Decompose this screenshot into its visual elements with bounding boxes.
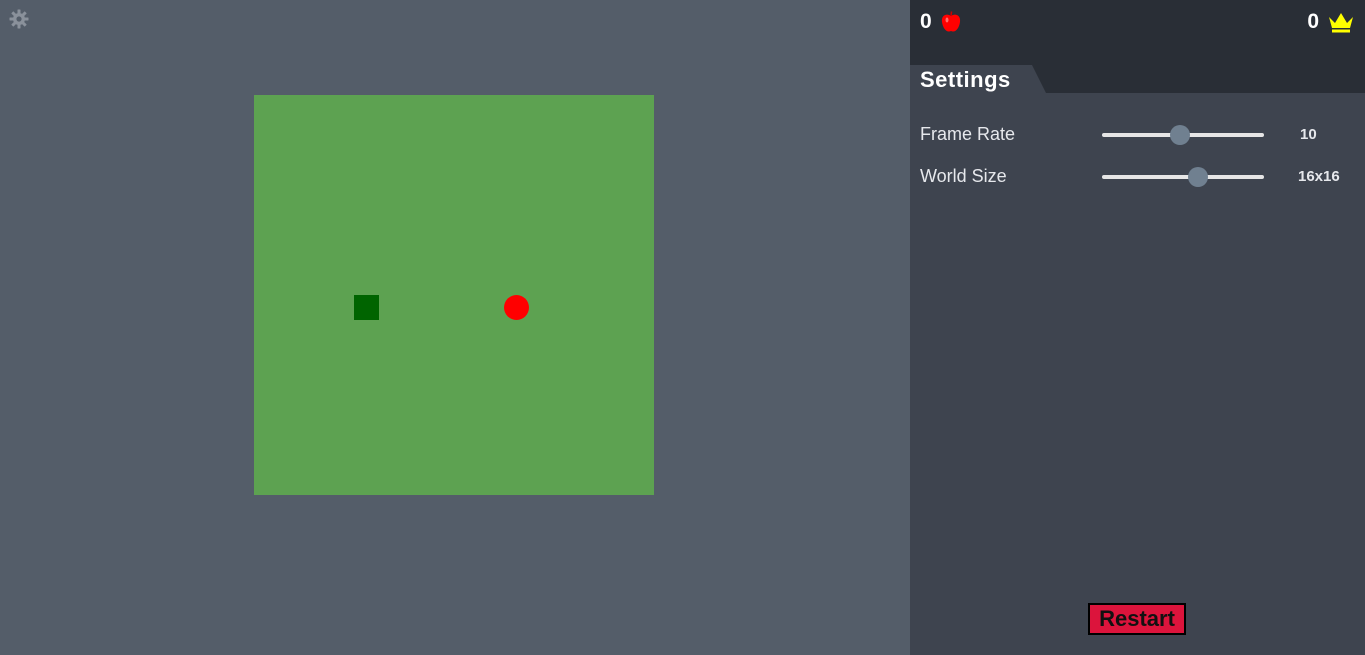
tab-settings[interactable]: Settings	[910, 65, 1046, 93]
score-value: 0	[920, 10, 932, 33]
high-score-value: 0	[1307, 10, 1319, 33]
tab-settings-label: Settings	[920, 67, 1011, 92]
setting-world-size: World Size 16x16	[920, 162, 1360, 192]
current-score: 0	[920, 10, 962, 34]
snake-head	[354, 295, 379, 320]
frame-rate-label: Frame Rate	[920, 124, 1016, 144]
frame-rate-slider[interactable]	[1102, 125, 1264, 145]
food-apple	[504, 295, 529, 320]
crown-icon	[1329, 13, 1353, 33]
restart-button[interactable]: Restart	[1088, 603, 1186, 635]
world-size-slider[interactable]	[1102, 167, 1264, 187]
score-bar: 0 0 Settings	[910, 0, 1365, 93]
apple-icon	[941, 11, 960, 32]
world-size-value: 16x16	[1298, 168, 1340, 185]
setting-frame-rate: Frame Rate 10	[920, 120, 1360, 150]
world-size-label: World Size	[920, 166, 1007, 186]
settings-gear-button[interactable]	[8, 8, 30, 30]
side-panel: 0 0 Settings Frame Rate 10 World Size 16…	[910, 0, 1365, 655]
frame-rate-value: 10	[1300, 126, 1317, 143]
frame-rate-slider-thumb[interactable]	[1169, 125, 1190, 145]
gear-icon	[9, 9, 29, 29]
game-board[interactable]	[254, 95, 654, 495]
high-score: 0	[1307, 10, 1355, 34]
world-size-slider-thumb[interactable]	[1187, 167, 1208, 187]
